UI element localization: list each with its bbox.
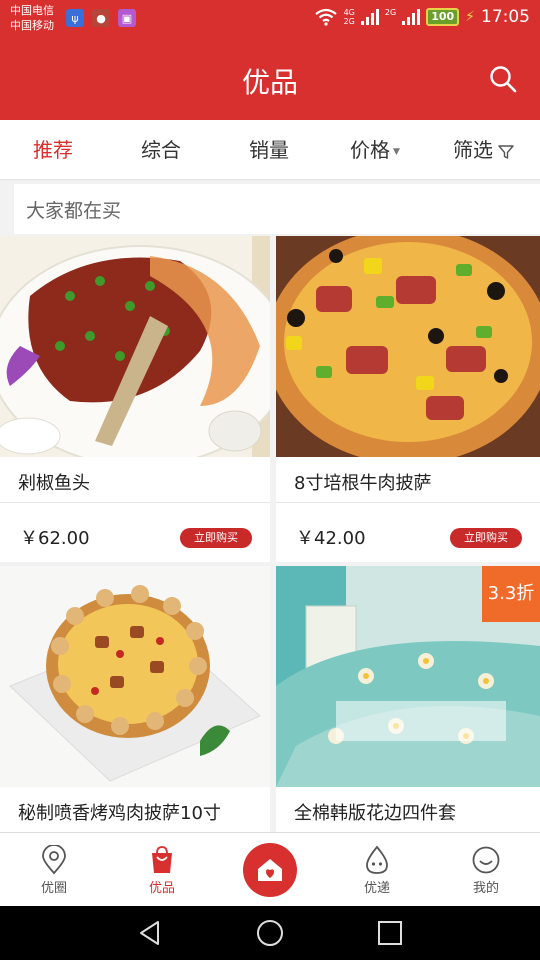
product-card[interactable]: 3.3折 全棉韩版花边四件套: [276, 566, 540, 832]
net-label-1: 4G: [343, 8, 355, 17]
app-notification-icon: ●: [92, 9, 110, 27]
section-title: 大家都在买: [26, 200, 122, 222]
nav-item-youquan[interactable]: 优圈: [19, 833, 89, 896]
product-card[interactable]: 秘制喷香烤鸡肉披萨10寸: [0, 566, 270, 832]
buy-now-button[interactable]: 立即购买: [180, 528, 252, 548]
nav-item-mine[interactable]: 我的: [451, 833, 521, 896]
product-name: 全棉韩版花边四件套: [294, 803, 456, 824]
product-price: ￥42.00: [296, 528, 366, 549]
tab-label: 推荐: [33, 138, 73, 162]
product-card[interactable]: 8寸培根牛肉披萨 ￥42.00 立即购买: [276, 236, 540, 562]
product-name: 剁椒鱼头: [18, 473, 90, 494]
card-divider: [0, 502, 270, 503]
clock: 17:05: [481, 7, 530, 27]
product-name: 秘制喷香烤鸡肉披萨10寸: [18, 803, 221, 824]
search-icon[interactable]: [488, 64, 518, 94]
tab-label: 价格: [350, 138, 390, 162]
back-icon[interactable]: [136, 919, 164, 947]
home-icon: [258, 859, 282, 881]
bottom-nav: 优圈 优品 优递 我的: [0, 832, 540, 906]
delivery-drop-icon: [366, 845, 388, 874]
net-label-3: 2G: [384, 8, 397, 17]
nav-label: 优递: [363, 881, 390, 896]
nav-item-youdi[interactable]: 优递: [342, 833, 412, 896]
usb-icon: ψ: [66, 9, 84, 27]
signal-icon-2: [402, 9, 421, 25]
home-circle-icon[interactable]: [256, 919, 284, 947]
nav-label: 优圈: [40, 881, 67, 896]
nav-item-youpin[interactable]: 优品: [127, 833, 197, 896]
carrier-1: 中国电信: [10, 4, 54, 17]
product-price: ￥62.00: [20, 528, 90, 549]
gallery-icon: ▣: [118, 9, 136, 27]
tab-label: 销量: [249, 138, 289, 162]
shopping-bag-icon: [152, 846, 172, 873]
notification-icons: ψ ● ▣: [66, 9, 136, 27]
smiley-face-icon: [472, 846, 500, 874]
product-card[interactable]: 剁椒鱼头 ￥62.00 立即购买: [0, 236, 270, 562]
network-type-1: 4G 2G: [344, 8, 355, 26]
status-bar: 中国电信 中国移动 ψ ● ▣ 4G 2G 2G 100 ⚡ 17:05: [0, 0, 540, 38]
buy-now-button[interactable]: 立即购买: [450, 528, 522, 548]
home-button[interactable]: [243, 843, 297, 897]
battery-icon: 100: [426, 8, 460, 26]
discount-badge: 3.3折: [482, 566, 540, 622]
wifi-icon: [314, 8, 337, 26]
system-nav-bar: [0, 906, 540, 960]
product-name: 8寸培根牛肉披萨: [294, 473, 432, 494]
net-label-2: 2G: [343, 17, 355, 26]
nav-label: 我的: [472, 881, 499, 896]
sort-tabs: 推荐 综合 销量 价格 ▼ 筛选: [0, 120, 540, 180]
card-divider: [276, 502, 540, 503]
recent-apps-icon[interactable]: [376, 919, 404, 947]
caret-down-icon: ▼: [393, 146, 400, 157]
carrier-info: 中国电信 中国移动: [10, 3, 54, 33]
filter-funnel-icon: [498, 144, 514, 159]
tab-recommended[interactable]: 推荐: [33, 120, 73, 180]
tab-comprehensive[interactable]: 综合: [141, 120, 181, 180]
product-image: [0, 566, 270, 787]
product-image: [0, 236, 270, 457]
charging-icon: ⚡: [465, 9, 475, 25]
tab-label: 综合: [141, 138, 181, 162]
nav-label: 优品: [148, 881, 175, 896]
carrier-2: 中国移动: [10, 19, 54, 32]
location-pin-icon: [42, 845, 66, 875]
tab-sales[interactable]: 销量: [249, 120, 289, 180]
network-type-2: 2G: [385, 8, 396, 26]
page-title: 优品: [241, 66, 298, 99]
status-right: 4G 2G 2G 100 ⚡ 17:05: [314, 7, 530, 27]
tab-filter[interactable]: 筛选: [453, 120, 515, 180]
app-header: 优品: [0, 38, 540, 120]
section-header: 大家都在买: [0, 184, 540, 234]
tab-label: 筛选: [453, 138, 493, 162]
signal-icon-1: [360, 9, 379, 25]
tab-price[interactable]: 价格 ▼: [350, 120, 400, 180]
product-image: [276, 236, 540, 457]
